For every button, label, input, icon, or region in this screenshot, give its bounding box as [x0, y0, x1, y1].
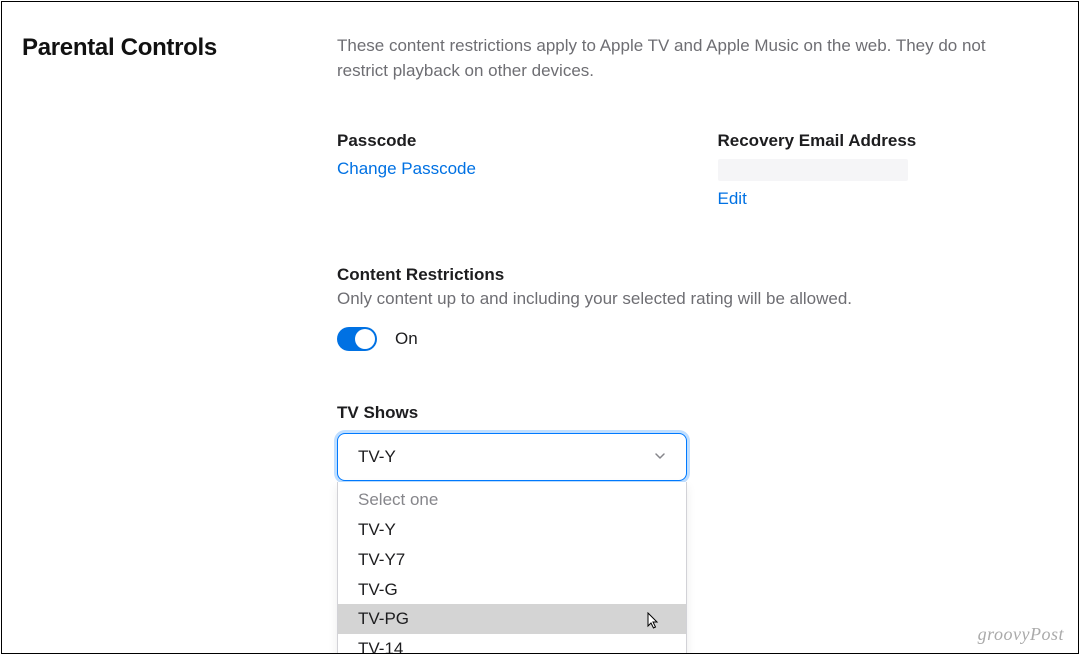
toggle-state-label: On — [395, 329, 418, 349]
dropdown-option-tv-pg[interactable]: TV-PG — [338, 604, 686, 634]
passcode-section: Passcode Change Passcode — [337, 131, 658, 209]
edit-recovery-email-link[interactable]: Edit — [718, 189, 1039, 209]
content-restrictions-toggle[interactable] — [337, 327, 377, 351]
page-description: These content restrictions apply to Appl… — [337, 34, 1038, 83]
page-title: Parental Controls — [22, 34, 287, 62]
tv-shows-label: TV Shows — [337, 403, 1038, 423]
change-passcode-link[interactable]: Change Passcode — [337, 159, 658, 179]
dropdown-option-tv-y7[interactable]: TV-Y7 — [338, 545, 686, 575]
recovery-email-value — [718, 159, 908, 181]
tv-shows-selected-value: TV-Y — [358, 447, 396, 467]
dropdown-option-placeholder[interactable]: Select one — [338, 482, 686, 515]
dropdown-option-tv-14[interactable]: TV-14 — [338, 634, 686, 654]
dropdown-option-tv-g[interactable]: TV-G — [338, 575, 686, 605]
recovery-email-label: Recovery Email Address — [718, 131, 1039, 151]
dropdown-option-tv-y[interactable]: TV-Y — [338, 515, 686, 545]
content-restrictions-subtext: Only content up to and including your se… — [337, 289, 1038, 309]
passcode-label: Passcode — [337, 131, 658, 151]
tv-shows-section: TV Shows TV-Y Select one TV-Y TV-Y7 TV-G… — [337, 403, 1038, 481]
tv-shows-dropdown: Select one TV-Y TV-Y7 TV-G TV-PG TV-14 T… — [337, 482, 687, 654]
tv-shows-select[interactable]: TV-Y — [337, 433, 687, 481]
recovery-email-section: Recovery Email Address Edit — [718, 131, 1039, 209]
content-restrictions-heading: Content Restrictions — [337, 265, 1038, 285]
chevron-down-icon — [654, 447, 666, 467]
content-restrictions-section: Content Restrictions Only content up to … — [337, 265, 1038, 351]
